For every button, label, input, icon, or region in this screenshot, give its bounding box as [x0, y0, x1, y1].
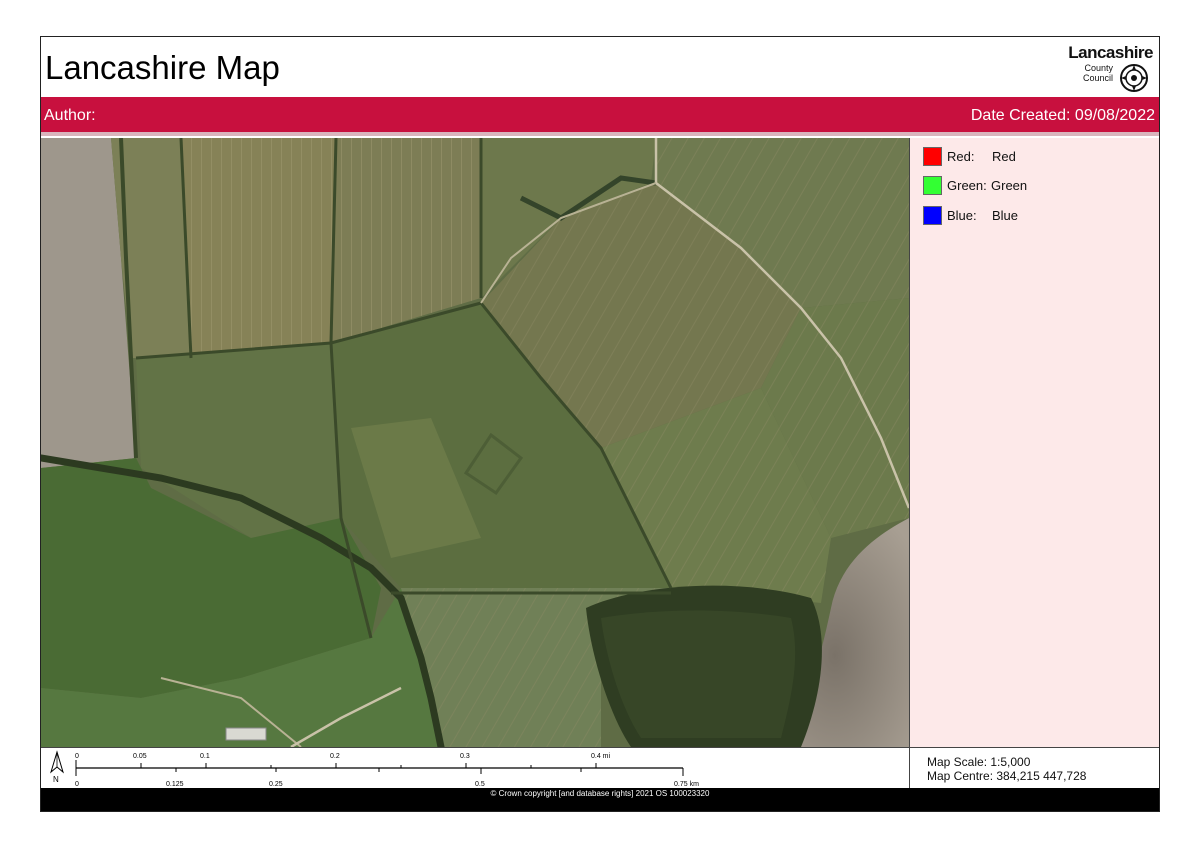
rose-emblem-icon: [1120, 64, 1148, 92]
km-tick-label: 0.75 km: [674, 781, 699, 788]
title-bar: Lancashire Map Lancashire County Council: [41, 37, 1159, 97]
legend-swatch: [923, 206, 942, 225]
info-bar: Author: Date Created: 09/08/2022: [41, 97, 1159, 136]
scalebar: N 0 0.05 0.1 0.2 0.3 0.4 mi 0 0.125 0.25…: [41, 748, 909, 788]
legend-swatch: [923, 176, 942, 195]
author-label: Author:: [44, 107, 96, 124]
mile-tick-label: 0.2: [330, 753, 340, 760]
aerial-imagery: [41, 138, 909, 747]
map-info-panel: Map Scale: 1:5,000 Map Centre: 384,215 4…: [909, 748, 1159, 788]
logo-wordmark: Lancashire: [1068, 43, 1153, 62]
mile-tick-label: 0.05: [133, 753, 147, 760]
km-tick-label: 0.5: [475, 781, 485, 788]
date-created: Date Created: 09/08/2022: [970, 107, 1155, 124]
legend-panel: Red: Red Green: Green Blue: Blue: [909, 138, 1159, 747]
map-layout-frame: Lancashire Map Lancashire County Council…: [40, 36, 1160, 812]
mile-tick-label: 0: [75, 753, 79, 760]
legend-value: Blue: [992, 208, 1019, 223]
council-logo: Lancashire County Council: [1053, 43, 1153, 93]
copyright-bar: © Crown copyright [and database rights] …: [41, 788, 1159, 811]
map-centre: Map Centre: 384,215 447,728: [927, 769, 1087, 783]
mile-tick-label: 0.1: [200, 753, 210, 760]
mile-tick-label: 0.3: [460, 753, 470, 760]
km-tick-label: 0.125: [166, 781, 184, 788]
legend-label: Blue:: [947, 208, 977, 223]
mile-tick-label: 0.4 mi: [591, 753, 611, 760]
legend-label: Green:: [947, 178, 987, 193]
km-tick-label: 0.25: [269, 781, 283, 788]
copyright-text: © Crown copyright [and database rights] …: [490, 789, 710, 798]
logo-line-2: Council: [1082, 73, 1113, 83]
north-label: N: [53, 775, 59, 784]
north-arrow-icon: [50, 750, 64, 774]
scale-info-row: N 0 0.05 0.1 0.2 0.3 0.4 mi 0 0.125 0.25…: [41, 747, 1159, 788]
logo-line-1: County: [1084, 63, 1113, 73]
legend-label: Red:: [947, 149, 975, 164]
km-tick-label: 0: [75, 781, 79, 788]
legend-swatch: [923, 147, 942, 166]
legend-value: Green: [991, 178, 1028, 193]
aerial-map-view[interactable]: [41, 138, 909, 747]
map-scale: Map Scale: 1:5,000: [927, 755, 1031, 769]
legend-value: Red: [992, 149, 1016, 164]
page-title: Lancashire Map: [45, 49, 280, 86]
